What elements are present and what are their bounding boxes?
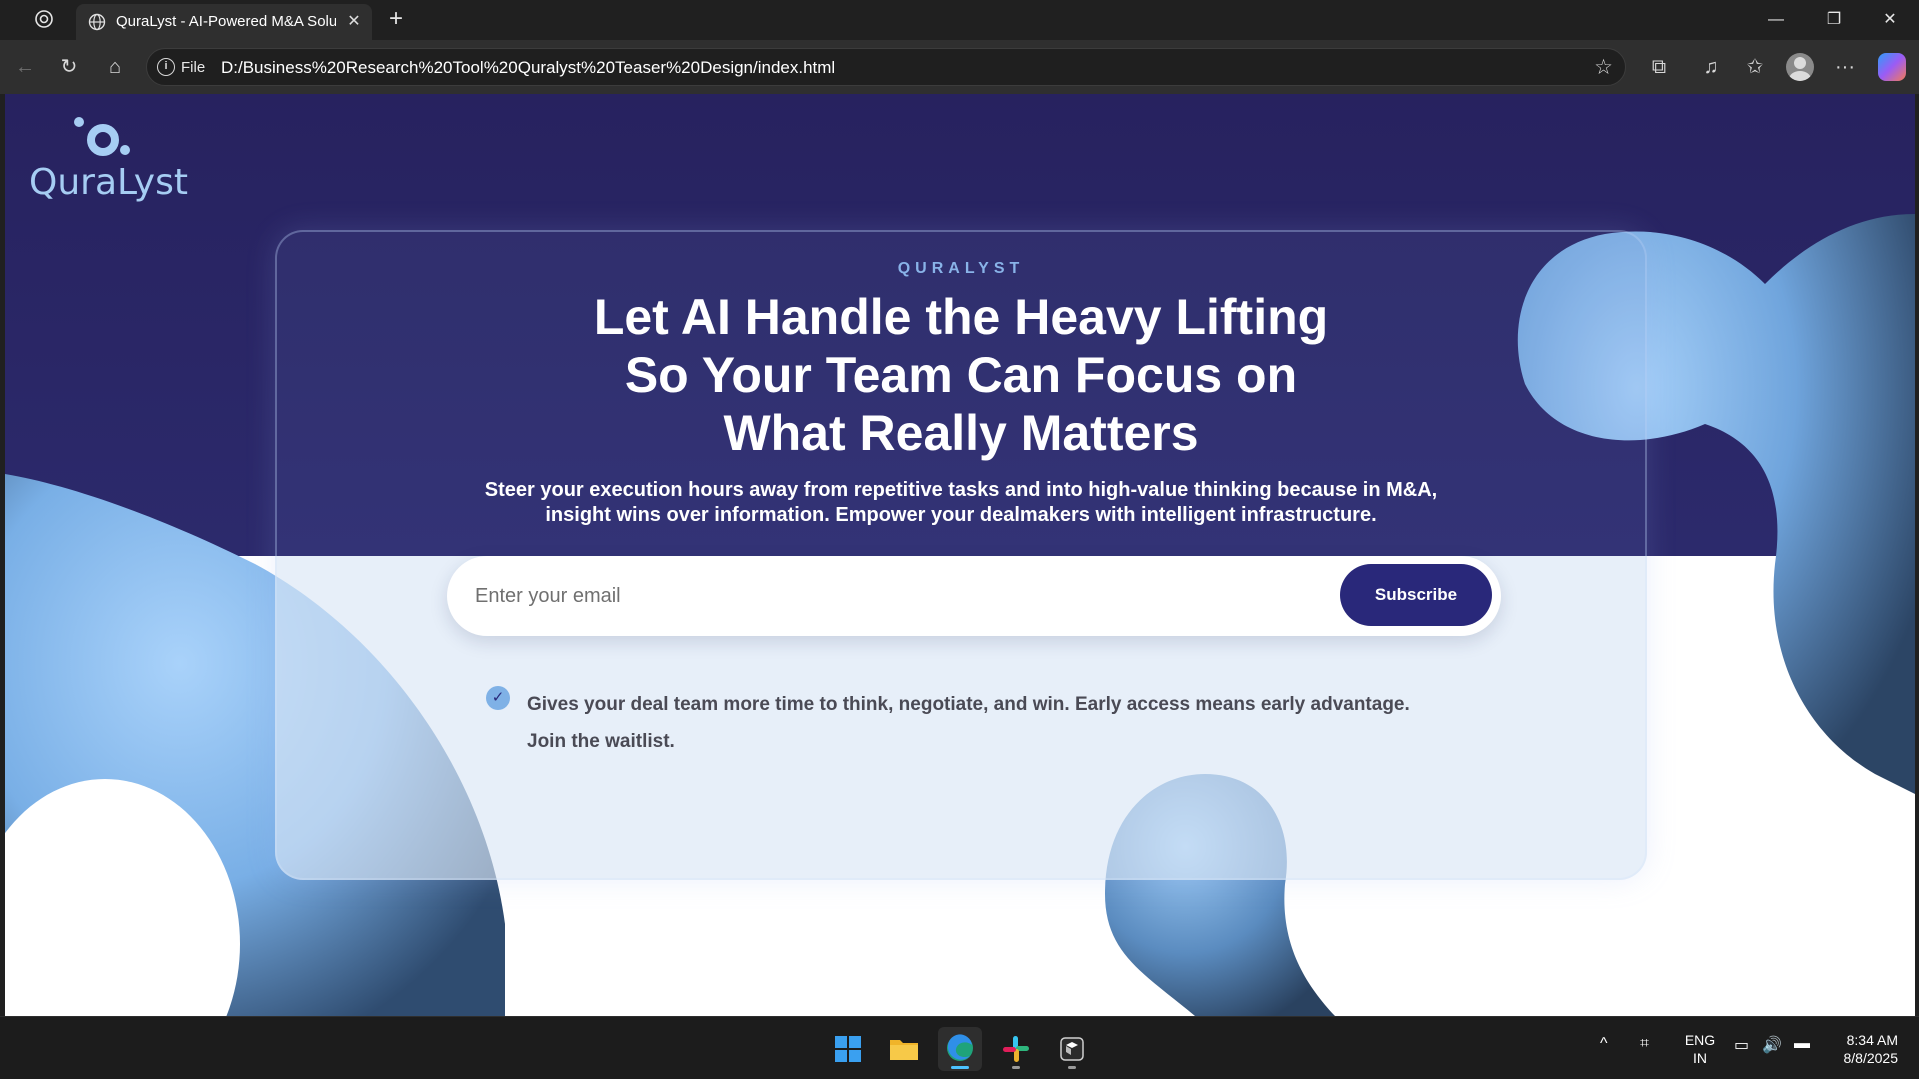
- email-input[interactable]: [475, 574, 1295, 618]
- terminal-icon[interactable]: [1050, 1027, 1094, 1071]
- hero-subtext: Steer your execution hours away from rep…: [475, 478, 1447, 528]
- logo-mark-icon: [74, 117, 130, 156]
- subtext-line-2: insight wins over information. Empower y…: [545, 504, 1377, 526]
- logo-wordmark: QuraLyst: [29, 162, 188, 203]
- url-scheme-label: File: [181, 59, 206, 76]
- windows-taskbar: ^ ⌗ ENG IN ▭ 🔊 ▬ 8:34 AM 8/8/2025: [0, 1016, 1919, 1079]
- restore-button[interactable]: ❐: [1814, 6, 1854, 34]
- headline-line-2: So Your Team Can Focus on: [624, 347, 1298, 403]
- address-bar[interactable]: i File D:/Business%20Research%20Tool%20Q…: [146, 48, 1626, 86]
- file-explorer-icon[interactable]: [882, 1027, 926, 1071]
- tab-title: QuraLyst - AI-Powered M&A Solu: [116, 13, 336, 30]
- reload-button[interactable]: ↻: [54, 52, 84, 82]
- new-tab-button[interactable]: +: [382, 6, 410, 34]
- signup-form: Subscribe: [447, 556, 1501, 636]
- page-headline: Let AI Handle the Heavy Lifting So Your …: [425, 288, 1497, 462]
- subscribe-button[interactable]: Subscribe: [1340, 564, 1492, 626]
- site-info-icon[interactable]: i: [157, 58, 175, 76]
- favorites-icon[interactable]: ✩: [1740, 52, 1770, 82]
- network-activity-icon[interactable]: ⌗: [1640, 1035, 1649, 1053]
- language-code: ENG: [1684, 1032, 1716, 1048]
- clock-date: 8/8/2025: [1843, 1050, 1899, 1066]
- clock-time: 8:34 AM: [1846, 1032, 1898, 1048]
- region-code: IN: [1693, 1050, 1707, 1066]
- display-icon[interactable]: ▭: [1734, 1035, 1749, 1055]
- subtext-line-1: Steer your execution hours away from rep…: [484, 479, 1438, 501]
- browser-tab[interactable]: QuraLyst - AI-Powered M&A Solu ✕: [76, 4, 372, 40]
- globe-icon: [88, 13, 106, 31]
- headline-line-1: Let AI Handle the Heavy Lifting: [593, 289, 1329, 345]
- start-icon[interactable]: [826, 1027, 870, 1071]
- url-text[interactable]: D:/Business%20Research%20Tool%20Quralyst…: [221, 58, 835, 78]
- more-menu-icon[interactable]: ···: [1830, 52, 1860, 82]
- checkmark-icon: ✓: [486, 686, 510, 710]
- minimize-button[interactable]: —: [1756, 6, 1796, 34]
- benefit-line-1: Gives your deal team more time to think,…: [527, 694, 1410, 715]
- edge-icon[interactable]: [938, 1027, 982, 1071]
- favorite-star-icon[interactable]: ☆: [1594, 55, 1613, 80]
- eyebrow-label: QURALYST: [897, 260, 1025, 277]
- system-clock[interactable]: 8:34 AM 8/8/2025: [1828, 1031, 1899, 1067]
- profile-avatar[interactable]: [1786, 53, 1814, 81]
- headline-line-3: What Really Matters: [723, 405, 1199, 461]
- benefit-text: Gives your deal team more time to think,…: [527, 686, 1427, 760]
- tray-overflow-icon[interactable]: ^: [1600, 1035, 1608, 1053]
- home-button[interactable]: ⌂: [100, 52, 130, 82]
- slack-icon[interactable]: [994, 1027, 1038, 1071]
- browser-tab-bar: QuraLyst - AI-Powered M&A Solu ✕ + — ❐ ✕: [0, 0, 1919, 40]
- volume-icon[interactable]: 🔊: [1762, 1035, 1782, 1055]
- workspaces-icon[interactable]: [30, 8, 58, 32]
- language-indicator[interactable]: ENG IN: [1682, 1031, 1718, 1067]
- close-window-button[interactable]: ✕: [1870, 6, 1910, 34]
- running-indicator: [1068, 1066, 1076, 1069]
- benefit-line-2: Join the waitlist.: [527, 731, 675, 752]
- quralyst-logo[interactable]: QuraLyst: [29, 116, 188, 206]
- close-tab-icon[interactable]: ✕: [344, 12, 364, 32]
- back-button[interactable]: ←: [10, 52, 40, 82]
- page-viewport: QuraLyst QURALYST Let AI Handle the Heav…: [5, 94, 1915, 1016]
- copilot-icon[interactable]: [1878, 53, 1906, 81]
- active-indicator: [951, 1066, 969, 1069]
- battery-icon[interactable]: ▬: [1794, 1035, 1810, 1053]
- running-indicator: [1012, 1066, 1020, 1069]
- browser-toolbar: ← ↻ ⌂ i File D:/Business%20Research%20To…: [0, 40, 1919, 94]
- media-icon[interactable]: ♫: [1696, 52, 1726, 82]
- extensions-icon[interactable]: ⧉: [1644, 52, 1674, 82]
